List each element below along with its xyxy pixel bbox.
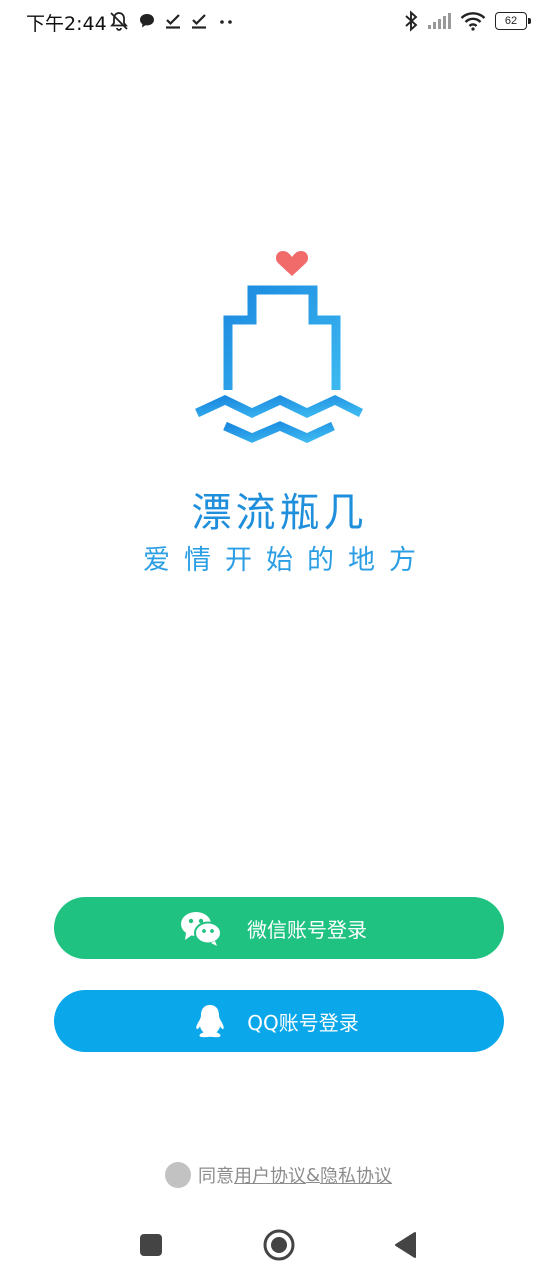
recent-apps-icon: [140, 1234, 162, 1256]
home-icon: [263, 1229, 295, 1261]
status-notification-icons: [108, 9, 236, 33]
app-name: 漂流瓶几: [191, 490, 368, 536]
battery-icon: 62: [495, 12, 531, 30]
wechat-login-label: 微信账号登录: [247, 917, 367, 942]
recent-apps-button[interactable]: [133, 1227, 169, 1263]
user-agreement-link[interactable]: 用户协议: [234, 1162, 306, 1188]
bluetooth-icon: [405, 10, 418, 32]
battery-level: 62: [504, 15, 518, 27]
status-bar: 下午2:44 62: [0, 0, 559, 44]
chat-bubble-icon: [140, 14, 154, 28]
qq-login-label: QQ账号登录: [247, 1010, 359, 1035]
heart-icon: [275, 251, 309, 276]
boat-heart-logo: [195, 251, 364, 443]
status-system-icons: 62: [404, 8, 531, 34]
status-time: 下午2:44: [26, 13, 107, 35]
wechat-icon: [180, 910, 222, 946]
agree-prefix: 同意: [198, 1166, 234, 1187]
agree-checkbox[interactable]: [165, 1162, 191, 1188]
mute-bell-icon: [110, 12, 128, 31]
privacy-policy-link[interactable]: 隐私协议: [320, 1162, 392, 1188]
tagline: 爱情开始的地方: [143, 545, 430, 576]
agreement-row: 同意 用户协议 & 隐私协议: [165, 1162, 392, 1188]
back-button[interactable]: [388, 1227, 424, 1263]
navigation-bar: [0, 1210, 559, 1280]
more-dots-icon: [220, 20, 232, 24]
qq-penguin-icon: [194, 1003, 226, 1039]
check-icon: [166, 14, 180, 29]
qq-login-button[interactable]: QQ账号登录: [54, 990, 504, 1052]
check-icon: [192, 14, 206, 29]
agreement-separator: &: [306, 1164, 321, 1186]
wifi-icon: [460, 12, 486, 31]
wechat-login-button[interactable]: 微信账号登录: [54, 897, 504, 959]
signal-icon: [428, 13, 451, 29]
home-button[interactable]: [261, 1227, 297, 1263]
back-icon: [395, 1232, 416, 1258]
